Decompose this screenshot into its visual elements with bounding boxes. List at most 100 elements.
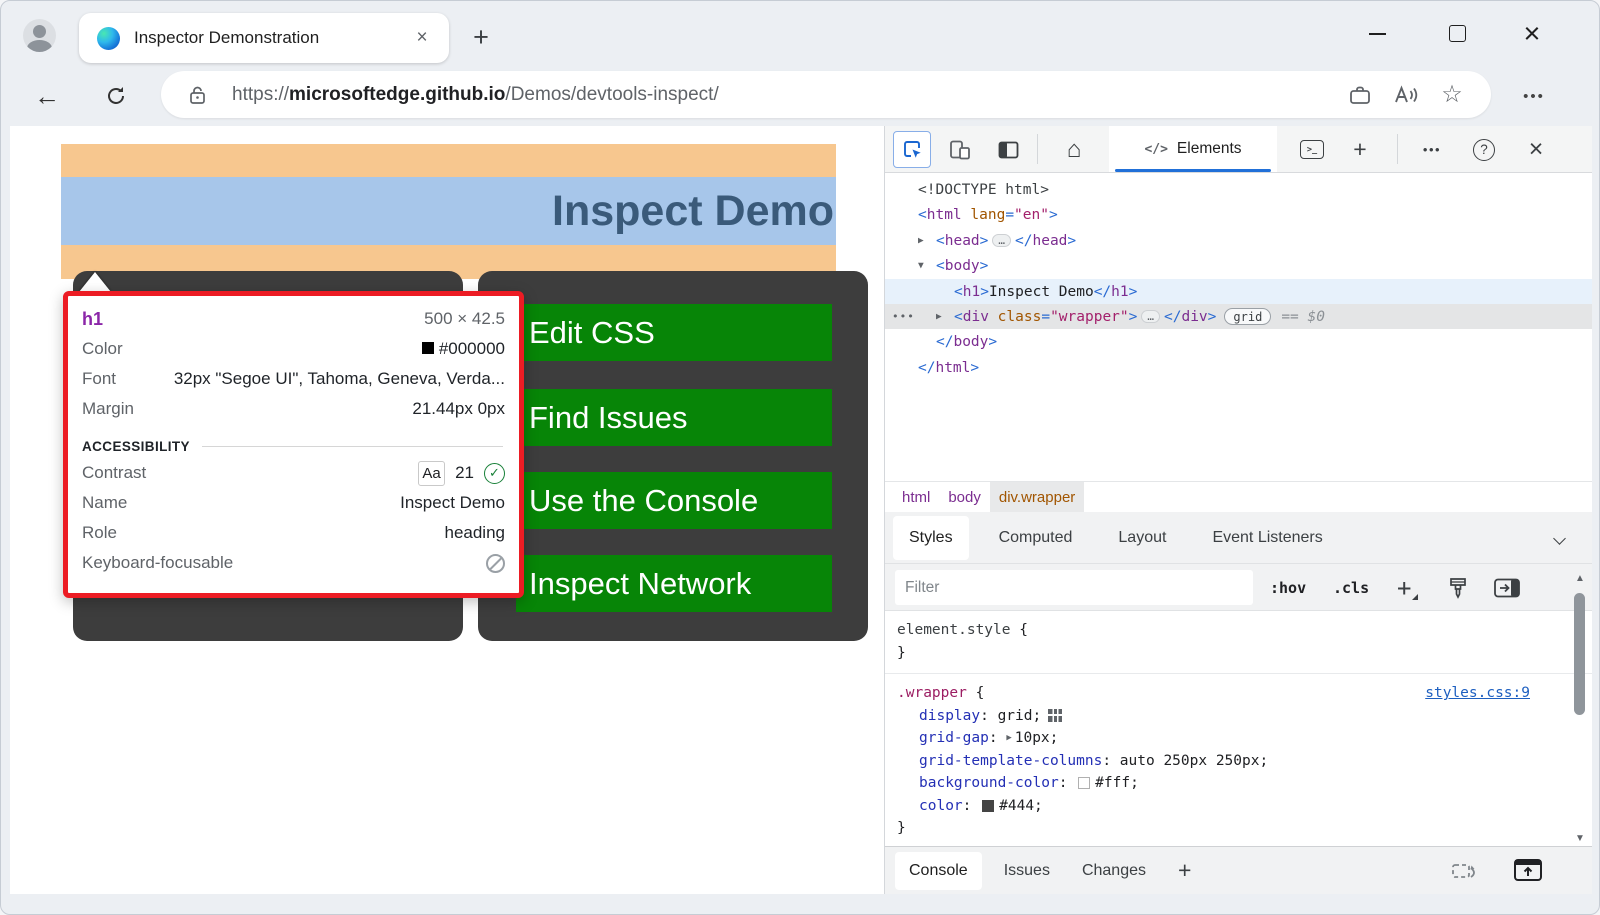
tooltip-font-label: Font — [82, 369, 116, 389]
color-swatch[interactable] — [1078, 777, 1090, 789]
address-bar[interactable]: https://microsoftedge.github.io/Demos/de… — [161, 71, 1491, 118]
help-button[interactable]: ? — [1465, 131, 1503, 168]
add-tool-button[interactable]: + — [1341, 131, 1379, 168]
new-style-rule-button[interactable]: + — [1397, 564, 1411, 611]
css-property-display[interactable]: display: grid; — [885, 705, 1592, 728]
browser-tab[interactable]: Inspector Demonstration × — [79, 13, 449, 63]
tab-computed[interactable]: Computed — [983, 516, 1089, 560]
browser-menu-button[interactable]: ••• — [1509, 77, 1559, 115]
styles-scrollbar[interactable]: ▲ ▼ — [1572, 569, 1588, 846]
drawer-tab-changes[interactable]: Changes — [1068, 852, 1160, 890]
inspect-element-button[interactable] — [893, 131, 931, 168]
format-styles-button[interactable] — [1447, 564, 1469, 611]
dom-node-html-open[interactable]: <html lang="en"> — [885, 202, 1592, 227]
name-label: Name — [82, 493, 127, 513]
keyboard-focusable-label: Keyboard-focusable — [82, 553, 233, 573]
console-tool-button[interactable]: >_ — [1293, 131, 1331, 168]
devtools-close-button[interactable]: × — [1517, 131, 1555, 168]
role-value: heading — [117, 523, 505, 543]
grid-badge[interactable]: grid — [1224, 308, 1271, 325]
dock-side-button[interactable] — [989, 131, 1027, 168]
dom-node-body-open[interactable]: ▼ <body> — [885, 253, 1592, 278]
node-menu-icon[interactable]: ••• — [892, 304, 915, 329]
edit-css-button[interactable]: Edit CSS — [516, 304, 832, 361]
collections-button[interactable] — [1337, 84, 1383, 106]
crumb-html[interactable]: html — [893, 482, 939, 512]
class-toggle[interactable]: .cls — [1333, 564, 1369, 611]
devtools-panel: ⌂ </> Elements >_ + ••• ? × <!DOCTYPE ht… — [884, 126, 1592, 894]
browser-window: Inspector Demonstration × + × ← https://… — [0, 0, 1600, 915]
sidebar-tabs: Styles Computed Layout Event Listeners — [885, 512, 1592, 564]
drawer-tab-issues[interactable]: Issues — [990, 852, 1064, 890]
tab-styles[interactable]: Styles — [893, 516, 969, 560]
tooltip-color-value: #000000 — [439, 339, 505, 358]
restore-drawer-icon — [1450, 859, 1480, 883]
css-property-grid-template-columns[interactable]: grid-template-columns: auto 250px 250px; — [885, 750, 1592, 773]
scroll-up-icon[interactable]: ▲ — [1572, 573, 1588, 584]
find-issues-button[interactable]: Find Issues — [516, 389, 832, 446]
restore-drawer-button[interactable] — [1450, 859, 1480, 883]
dom-node-h1[interactable]: <h1>Inspect Demo</h1> — [885, 279, 1592, 304]
favorite-star-icon[interactable]: ☆ — [1429, 80, 1475, 109]
pick-element-button[interactable] — [1493, 564, 1521, 611]
color-swatch[interactable] — [982, 800, 994, 812]
contrast-label: Contrast — [82, 463, 146, 483]
dock-side-icon — [997, 140, 1020, 160]
dock-drawer-icon — [1512, 856, 1544, 884]
dom-node-div-wrapper[interactable]: ••• ▶ <div class="wrapper">…</div>grid==… — [885, 304, 1592, 329]
home-icon[interactable]: ⌂ — [1055, 131, 1093, 168]
scroll-down-icon[interactable]: ▼ — [1572, 833, 1588, 844]
refresh-button[interactable] — [97, 77, 135, 115]
grid-editor-icon[interactable] — [1048, 677, 1135, 754]
hover-state-toggle[interactable]: :hov — [1270, 564, 1306, 611]
collapsed-content-icon[interactable]: … — [992, 234, 1011, 247]
new-tab-button[interactable]: + — [463, 19, 499, 55]
devtools-menu-button[interactable]: ••• — [1413, 131, 1451, 168]
use-the-console-button[interactable]: Use the Console — [516, 472, 832, 529]
crumb-body[interactable]: body — [939, 482, 990, 512]
dom-node-body-close[interactable]: </body> — [885, 329, 1592, 354]
element-style-rule[interactable]: element.style { — [885, 619, 1592, 642]
tab-layout[interactable]: Layout — [1102, 516, 1182, 560]
tab-elements[interactable]: </> Elements — [1109, 126, 1277, 172]
scrollbar-thumb[interactable] — [1574, 593, 1585, 715]
color-swatch — [422, 342, 434, 354]
read-aloud-icon — [1393, 84, 1419, 106]
inspect-network-button[interactable]: Inspect Network — [516, 555, 832, 612]
contrast-value: 21 — [455, 463, 474, 483]
tab-title: Inspector Demonstration — [134, 28, 407, 48]
wrapper-rule-header[interactable]: .wrapper { styles.css:9 — [885, 682, 1592, 705]
filter-input[interactable] — [895, 570, 1253, 605]
css-property-grid-gap[interactable]: grid-gap: ▶10px; — [885, 727, 1592, 750]
crumb-div-wrapper[interactable]: div.wrapper — [990, 482, 1084, 512]
plus-corner-icon: + — [1397, 574, 1411, 602]
collapse-arrow-icon[interactable]: ▼ — [918, 260, 936, 271]
expand-arrow-icon[interactable]: ▶ — [936, 311, 954, 322]
collapsed-content-icon[interactable]: … — [1141, 310, 1160, 323]
maximize-button[interactable] — [1449, 25, 1466, 42]
stylesheet-link[interactable]: styles.css:9 — [1425, 685, 1530, 701]
lock-icon[interactable] — [189, 85, 206, 105]
url-text[interactable]: https://microsoftedge.github.io/Demos/de… — [232, 84, 1337, 106]
expand-arrow-icon[interactable]: ▶ — [1006, 733, 1011, 743]
dom-node-doctype[interactable]: <!DOCTYPE html> — [885, 177, 1592, 202]
device-emulation-button[interactable] — [941, 131, 979, 168]
minimize-button[interactable] — [1369, 33, 1395, 41]
window-close-button[interactable]: × — [1515, 14, 1549, 54]
dom-node-html-close[interactable]: </html> — [885, 355, 1592, 380]
profile-avatar[interactable] — [23, 19, 56, 52]
devtools-toolbar: ⌂ </> Elements >_ + ••• ? × — [885, 126, 1592, 173]
tab-event-listeners[interactable]: Event Listeners — [1196, 516, 1338, 560]
read-aloud-button[interactable] — [1383, 84, 1429, 106]
add-drawer-tab-button[interactable]: + — [1178, 857, 1191, 884]
expand-arrow-icon[interactable]: ▶ — [918, 235, 936, 246]
tab-close-icon[interactable]: × — [407, 27, 437, 49]
css-property-background-color[interactable]: background-color: #fff; — [885, 772, 1592, 795]
chevron-down-icon[interactable] — [1553, 532, 1566, 545]
dom-node-head[interactable]: ▶ <head>…</head> — [885, 228, 1592, 253]
dock-drawer-button[interactable] — [1512, 856, 1544, 884]
styles-pane: element.style { } .wrapper { styles.css:… — [885, 612, 1592, 846]
drawer-tab-console[interactable]: Console — [895, 852, 982, 890]
css-property-color[interactable]: color: #444; — [885, 795, 1592, 818]
back-button[interactable]: ← — [28, 77, 66, 115]
